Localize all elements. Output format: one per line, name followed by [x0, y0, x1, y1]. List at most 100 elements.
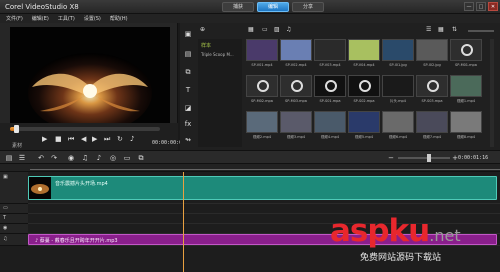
- path-icon[interactable]: ↬: [183, 135, 193, 145]
- import-icon[interactable]: ▦: [248, 26, 254, 33]
- clip-thumb-image: [29, 177, 51, 199]
- add-folder-icon[interactable]: ⊕: [200, 26, 205, 33]
- instant-project-icon[interactable]: ▤: [183, 49, 193, 59]
- library-thumbnail[interactable]: [348, 75, 380, 97]
- motion-tracking-icon[interactable]: ◎: [108, 153, 118, 163]
- rewind-icon[interactable]: ◀: [81, 135, 86, 143]
- close-button[interactable]: ✕: [488, 2, 498, 11]
- library-thumbnail[interactable]: [382, 39, 414, 61]
- video-track-header[interactable]: ▣: [0, 172, 28, 204]
- overlay-track-header[interactable]: ▭: [0, 204, 28, 214]
- library-thumbnail[interactable]: [314, 39, 346, 61]
- library-thumbnail[interactable]: [416, 111, 448, 133]
- music-track-header[interactable]: ♫: [0, 234, 28, 246]
- thumbnail-caption: 视频5.mp4: [354, 135, 374, 139]
- window-controls: — □ ✕: [464, 2, 498, 11]
- folder-item[interactable]: Triple Scoop M...: [201, 52, 234, 57]
- library-thumbnail[interactable]: [280, 39, 312, 61]
- timeline-view-icon[interactable]: ☰: [17, 153, 27, 163]
- timeline-timecode[interactable]: 0:00:01:16: [458, 155, 488, 161]
- video-clip[interactable]: 音乐震撼片头开场.mp4: [28, 176, 497, 200]
- library-thumbnail[interactable]: [246, 111, 278, 133]
- library-thumbnail[interactable]: [314, 111, 346, 133]
- maximize-button[interactable]: □: [476, 2, 486, 11]
- voice-track-icon: ◉: [3, 225, 8, 231]
- thumb-view-icon[interactable]: ▦: [438, 26, 444, 33]
- library-thumbnail[interactable]: [416, 75, 448, 97]
- sound-mixer-icon[interactable]: ♫: [80, 153, 90, 163]
- video-clip-label: 音乐震撼片头开场.mp4: [55, 181, 108, 187]
- sort-icon[interactable]: ⇅: [452, 26, 457, 33]
- show-video-icon[interactable]: ▭: [262, 26, 268, 33]
- scrub-bar[interactable]: [10, 125, 160, 133]
- audio-disc-icon: [257, 80, 269, 92]
- scrub-handle[interactable]: [14, 125, 19, 133]
- prev-icon[interactable]: ⏮: [68, 135, 74, 144]
- title-icon[interactable]: T: [183, 85, 193, 95]
- library-thumbnail[interactable]: [450, 39, 482, 61]
- library-thumbnail[interactable]: [382, 75, 414, 97]
- watermark-subtitle: 免费网站源码下载站: [360, 253, 442, 263]
- tab-share[interactable]: 分享: [292, 2, 324, 12]
- multi-camera-icon[interactable]: ⧉: [136, 153, 146, 163]
- library-category-bar: ▣ ▤ ⧉ T ◪ fx ↬: [180, 23, 196, 150]
- thumb-size-slider[interactable]: [468, 30, 494, 32]
- library-thumbnail[interactable]: [280, 75, 312, 97]
- library-panel: ⊕ ▦ ▭ ▨ ♫ ☰ ▦ ⇅ 样本 Triple Scoop M... SP-…: [196, 23, 500, 150]
- thumbnail-caption: SP-V01.mp4: [251, 63, 273, 67]
- library-thumbnail[interactable]: [416, 39, 448, 61]
- play-icon[interactable]: ▶: [42, 135, 47, 143]
- voice-track-header[interactable]: ◉: [0, 224, 28, 234]
- tab-capture[interactable]: 捕获: [222, 2, 254, 12]
- library-thumbnail[interactable]: [382, 111, 414, 133]
- library-scrollbar[interactable]: [490, 39, 494, 147]
- stop-icon[interactable]: ■: [55, 135, 62, 143]
- undo-icon[interactable]: ↶: [36, 153, 46, 163]
- zoom-slider[interactable]: [398, 154, 450, 162]
- timeline-ruler[interactable]: [0, 164, 500, 172]
- menu-bar: 文件(F) 编辑(E) 工具(T) 设置(S) 帮助(H): [0, 14, 500, 23]
- menu-file[interactable]: 文件(F): [6, 15, 23, 22]
- repeat-icon[interactable]: ↻: [117, 135, 123, 143]
- thumbnail-caption: SP-S03.mpa: [421, 99, 443, 103]
- title-track-header[interactable]: T: [0, 214, 28, 224]
- library-thumbnail[interactable]: [450, 111, 482, 133]
- redo-icon[interactable]: ↷: [49, 153, 59, 163]
- transition-icon[interactable]: ⧉: [183, 67, 193, 77]
- menu-settings[interactable]: 设置(S): [84, 15, 101, 22]
- graphic-icon[interactable]: ◪: [183, 103, 193, 113]
- folder-samples[interactable]: 样本: [201, 42, 211, 49]
- record-capture-icon[interactable]: ◉: [66, 153, 76, 163]
- playhead[interactable]: [183, 172, 184, 272]
- library-thumbnail[interactable]: [246, 39, 278, 61]
- next-icon[interactable]: ⏭: [104, 135, 110, 144]
- volume-icon[interactable]: ♪: [130, 135, 134, 143]
- zoom-handle[interactable]: [426, 154, 431, 162]
- library-thumbnail[interactable]: [348, 39, 380, 61]
- library-thumbnail[interactable]: [280, 111, 312, 133]
- tab-edit[interactable]: 编辑: [257, 2, 289, 12]
- zoom-out-icon[interactable]: −: [386, 153, 396, 163]
- minimize-button[interactable]: —: [464, 2, 474, 11]
- auto-music-icon[interactable]: ♪: [94, 153, 104, 163]
- menu-edit[interactable]: 编辑(E): [32, 15, 49, 22]
- library-thumbnail[interactable]: [450, 75, 482, 97]
- thumbnail-caption: 视频7.mp4: [422, 135, 442, 139]
- library-thumbnail[interactable]: [314, 75, 346, 97]
- menu-tools[interactable]: 工具(T): [58, 15, 75, 22]
- filter-icon[interactable]: fx: [183, 119, 193, 129]
- media-icon[interactable]: ▣: [183, 29, 193, 39]
- list-view-icon[interactable]: ☰: [426, 26, 431, 33]
- show-audio-icon[interactable]: ♫: [286, 26, 291, 33]
- player-mode-label[interactable]: 素材: [12, 142, 22, 149]
- thumbnail-caption: 视频1.mp4: [456, 99, 476, 103]
- library-thumbnail[interactable]: [246, 75, 278, 97]
- subtitle-icon[interactable]: ▭: [122, 153, 132, 163]
- video-clip-thumb: [29, 177, 51, 199]
- thumbnail-caption: 视频2.mp4: [252, 135, 272, 139]
- forward-icon[interactable]: ▶: [92, 135, 97, 143]
- library-thumbnail[interactable]: [348, 111, 380, 133]
- menu-help[interactable]: 帮助(H): [110, 15, 128, 22]
- show-photo-icon[interactable]: ▨: [274, 26, 280, 33]
- storyboard-view-icon[interactable]: ▤: [4, 153, 14, 163]
